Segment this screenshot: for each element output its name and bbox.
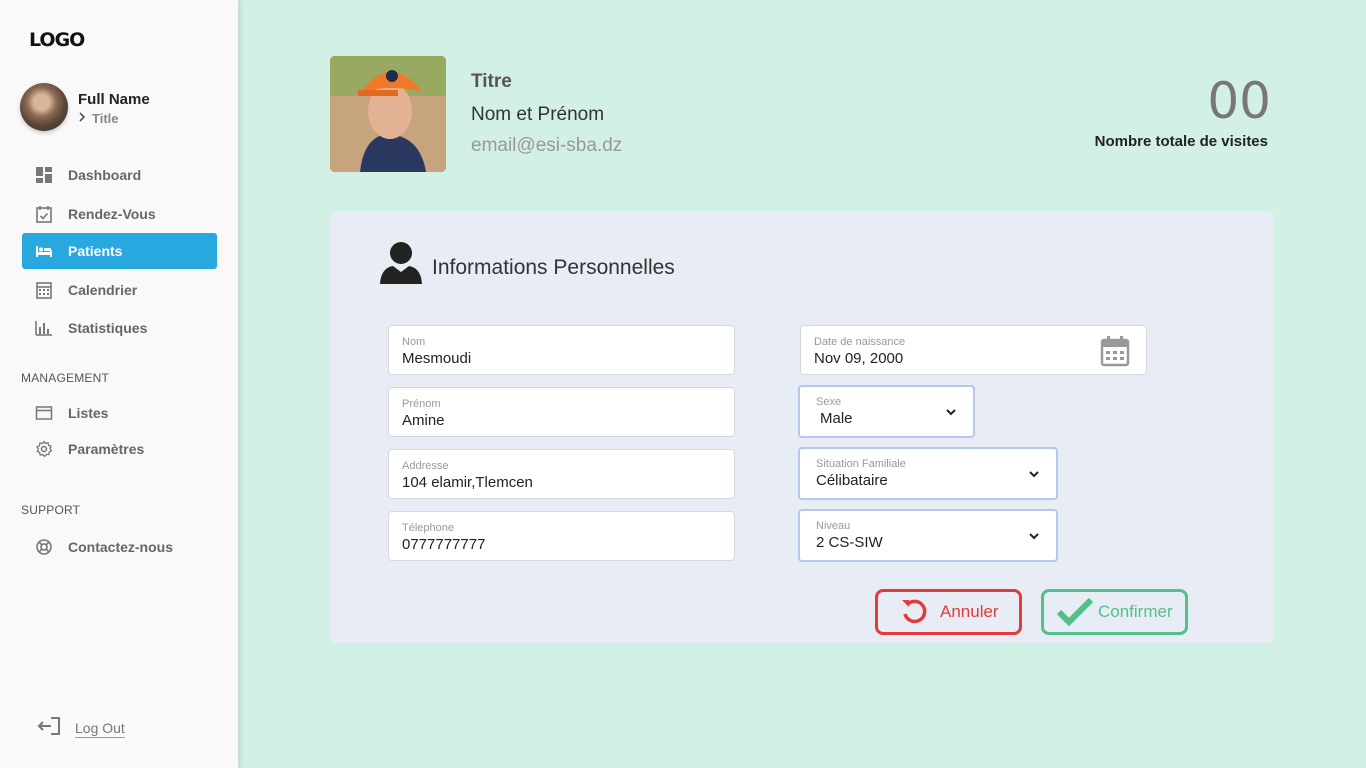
telephone-label: Télephone — [402, 522, 454, 534]
telephone-value: 0777777777 — [402, 536, 486, 553]
nav-item-label: Statistiques — [68, 320, 148, 336]
chevron-down-icon — [1029, 471, 1039, 478]
cancel-label: Annuler — [940, 602, 999, 621]
calendar-icon[interactable] — [1100, 335, 1130, 367]
user-icon — [380, 242, 422, 284]
section-label-support: SUPPORT — [21, 503, 81, 517]
dashboard-icon — [35, 166, 53, 184]
bed-icon — [35, 242, 53, 260]
nav-item-calendrier[interactable]: Calendrier — [22, 272, 217, 308]
adresse-value: 104 elamir,Tlemcen — [402, 474, 533, 491]
nav-item-label: Contactez-nous — [68, 539, 173, 555]
telephone-field[interactable]: Télephone 0777777777 — [388, 511, 735, 561]
sexe-label: Sexe — [816, 396, 842, 408]
lifebuoy-icon — [35, 538, 53, 556]
nav-item-label: Patients — [68, 243, 123, 259]
prenom-label: Prénom — [402, 398, 441, 410]
sexe-select[interactable]: Sexe Male — [798, 385, 975, 438]
prenom-value: Amine — [402, 412, 445, 429]
date-naissance-value: Nov 09, 2000 — [814, 350, 904, 367]
patient-email: email@esi-sba.dz — [471, 135, 623, 156]
chevron-down-icon — [1029, 533, 1039, 540]
patient-titre: Titre — [471, 71, 512, 92]
card-title: Informations Personnelles — [432, 256, 675, 279]
profile-title-label: Title — [92, 110, 119, 126]
profile-name: Full Name — [78, 90, 150, 108]
logout-icon — [37, 716, 61, 741]
nav-item-label: Dashboard — [68, 167, 142, 183]
visits-label: Nombre totale de visites — [1094, 133, 1268, 150]
calendar-grid-icon — [35, 281, 53, 299]
chevron-right-icon — [78, 111, 86, 125]
adresse-label: Addresse — [402, 460, 449, 472]
sexe-value: Male — [820, 410, 853, 427]
nav-item-label: Listes — [68, 405, 109, 421]
nav-item-statistiques[interactable]: Statistiques — [22, 310, 217, 346]
situation-value: Célibataire — [816, 472, 888, 489]
date-naissance-field[interactable]: Date de naissance Nov 09, 2000 — [800, 325, 1147, 375]
personal-info-card: Informations Personnelles Nom Mesmoudi P… — [330, 211, 1274, 643]
undo-icon — [902, 599, 927, 624]
avatar — [20, 83, 68, 131]
gear-icon — [35, 440, 53, 458]
nom-value: Mesmoudi — [402, 350, 472, 367]
nom-label: Nom — [402, 336, 426, 348]
section-label-management: MANAGEMENT — [21, 371, 110, 385]
nav-item-label: Calendrier — [68, 282, 138, 298]
profile[interactable]: Full Name Title — [20, 83, 150, 131]
nav-item-patients[interactable]: Patients — [22, 233, 217, 269]
calendar-check-icon — [35, 205, 53, 223]
niveau-select[interactable]: Niveau 2 CS-SIW — [798, 509, 1058, 562]
prenom-field[interactable]: Prénom Amine — [388, 387, 735, 437]
situation-familiale-select[interactable]: Situation Familiale Célibataire — [798, 447, 1058, 500]
cancel-button[interactable]: Annuler — [875, 589, 1022, 635]
nav-item-listes[interactable]: Listes — [22, 395, 217, 431]
niveau-value: 2 CS-SIW — [816, 534, 883, 551]
confirm-label: Confirmer — [1098, 602, 1173, 621]
bar-chart-icon — [35, 319, 53, 337]
logout-label: Log Out — [75, 719, 125, 738]
window-icon — [35, 404, 53, 422]
situation-label: Situation Familiale — [816, 458, 906, 470]
logo: LOGO — [29, 29, 85, 51]
date-naissance-label: Date de naissance — [814, 336, 906, 348]
nav-item-label: Rendez-Vous — [68, 206, 156, 222]
patient-photo — [330, 56, 446, 172]
nom-field[interactable]: Nom Mesmoudi — [388, 325, 735, 375]
nav-item-contact[interactable]: Contactez-nous — [22, 529, 217, 565]
visits-count: 00 — [1207, 72, 1271, 130]
chevron-down-icon — [946, 409, 956, 416]
nav-item-label: Paramètres — [68, 441, 145, 457]
nav-item-dashboard[interactable]: Dashboard — [22, 157, 217, 193]
checkmark-icon — [1056, 597, 1094, 627]
logout-button[interactable]: Log Out — [37, 716, 125, 741]
adresse-field[interactable]: Addresse 104 elamir,Tlemcen — [388, 449, 735, 499]
confirm-button[interactable]: Confirmer — [1041, 589, 1188, 635]
nav-item-rendez-vous[interactable]: Rendez-Vous — [22, 196, 217, 232]
niveau-label: Niveau — [816, 520, 851, 532]
profile-title: Title — [78, 111, 150, 126]
patient-full-name: Nom et Prénom — [471, 104, 605, 125]
sidebar: LOGO Full Name Title Dashboard Rendez-Vo… — [0, 0, 238, 768]
nav-item-parametres[interactable]: Paramètres — [22, 431, 217, 467]
